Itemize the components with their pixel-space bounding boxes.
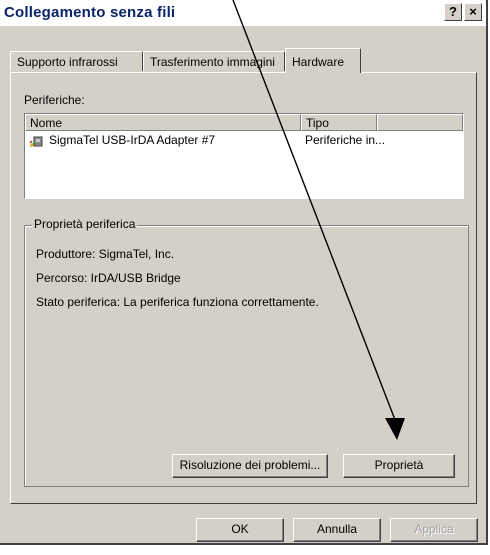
device-status-text: Stato periferica: La periferica funziona… [36, 295, 319, 309]
window-title: Collegamento senza fili [4, 4, 176, 21]
manufacturer-text: Produttore: SigmaTel, Inc. [36, 247, 175, 261]
troubleshoot-button[interactable]: Risoluzione dei problemi... [172, 454, 328, 478]
close-button[interactable]: × [464, 3, 482, 21]
tab-image-transfer[interactable]: Trasferimento immagini [143, 51, 285, 71]
device-type: Periferiche in... [305, 133, 386, 147]
device-name: SigmaTel USB-IrDA Adapter #7 [49, 133, 216, 147]
path-text: Percorso: IrDA/USB Bridge [36, 271, 181, 285]
infrared-device-icon [29, 136, 43, 147]
ok-button[interactable]: OK [196, 518, 284, 542]
device-properties-title: Proprietà periferica [32, 217, 138, 231]
properties-button[interactable]: Proprietà [343, 454, 455, 478]
title-bar[interactable]: Collegamento senza fili ? × [0, 0, 486, 26]
column-header-name[interactable]: Nome [25, 114, 301, 131]
tab-hardware[interactable]: Hardware [285, 48, 361, 73]
devices-label: Periferiche: [24, 93, 85, 107]
column-header-type[interactable]: Tipo [301, 114, 377, 131]
dialog-window: Collegamento senza fili ? × Supporto inf… [0, 0, 488, 545]
table-row[interactable]: SigmaTel USB-IrDA Adapter #7 Periferiche… [25, 131, 463, 149]
tab-infrared-support[interactable]: Supporto infrarossi [10, 51, 143, 71]
apply-button[interactable]: Applica [390, 518, 478, 542]
device-properties-group [24, 225, 469, 487]
cancel-button[interactable]: Annulla [293, 518, 381, 542]
help-button[interactable]: ? [444, 3, 462, 21]
column-header-spacer [377, 114, 463, 131]
device-list[interactable]: Nome Tipo SigmaTel USB-IrDA Adapter #7 P… [24, 113, 464, 199]
